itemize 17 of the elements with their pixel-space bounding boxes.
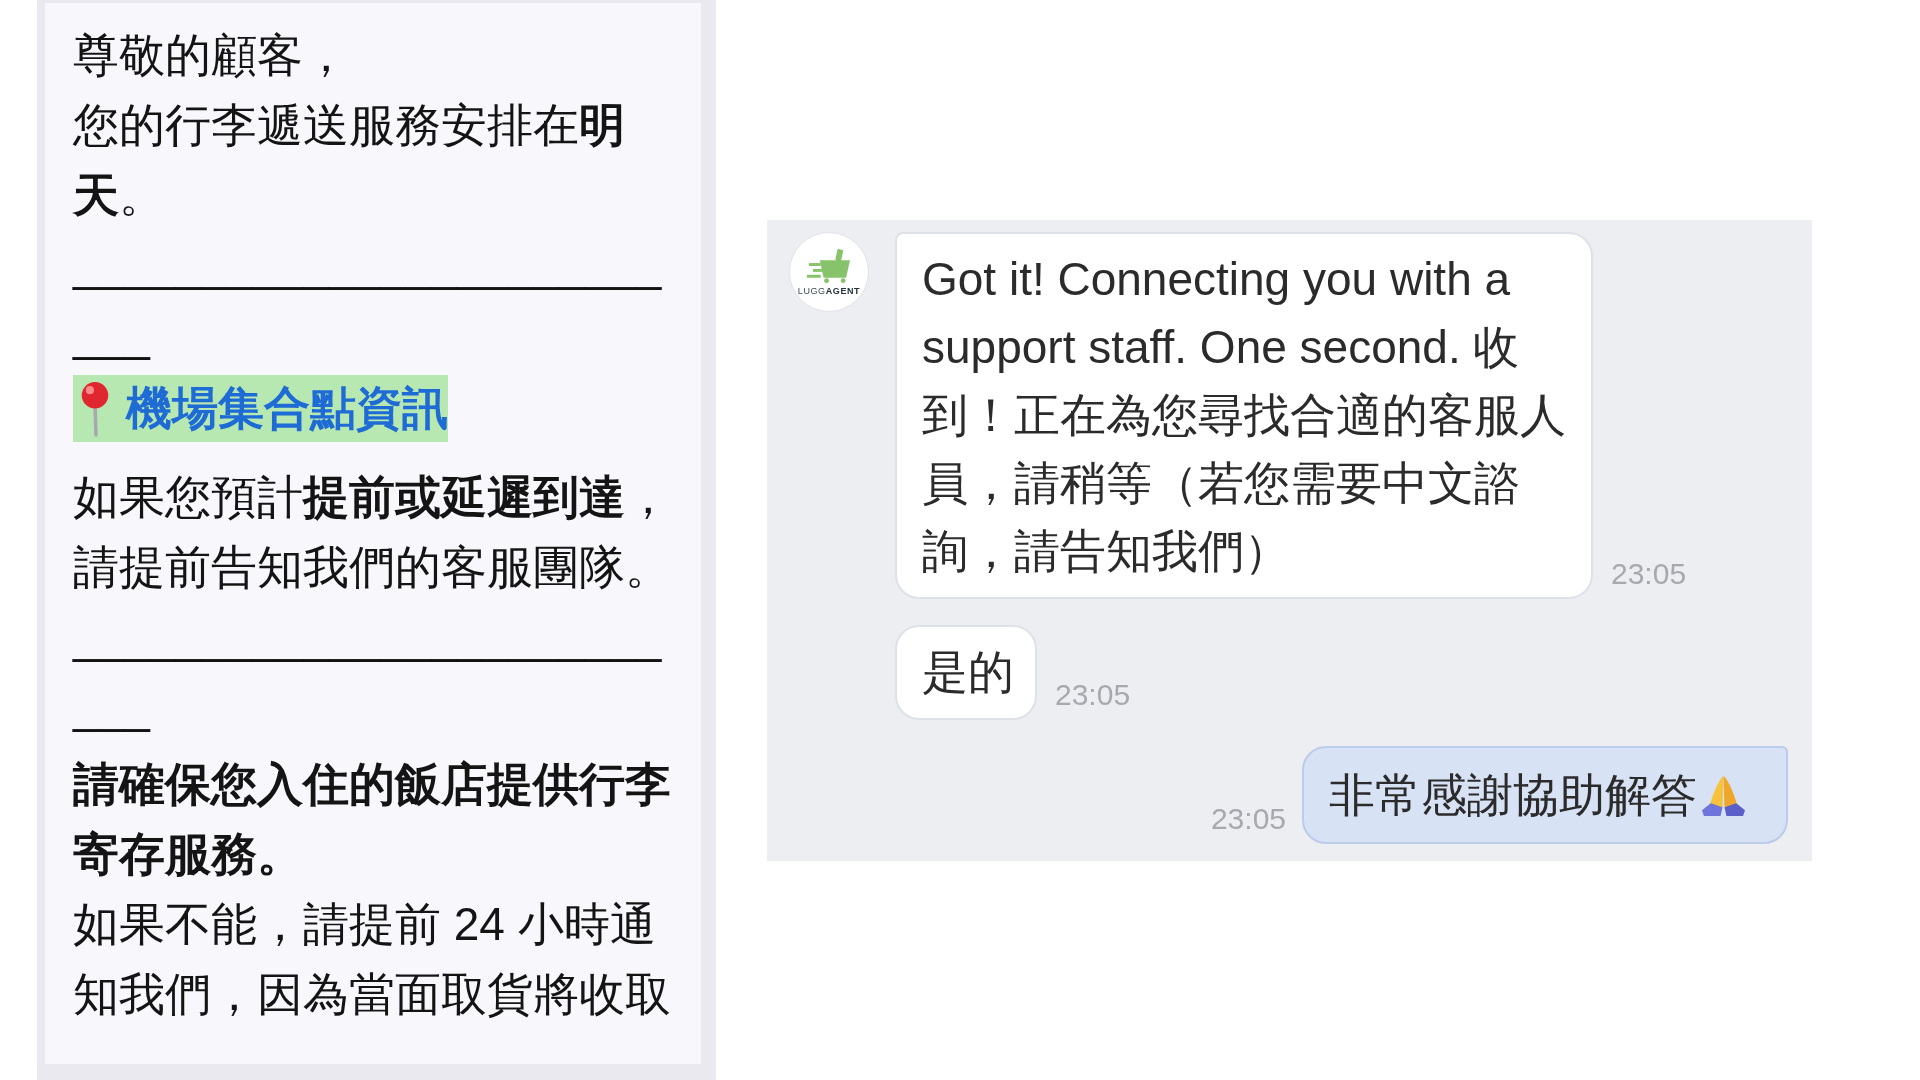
pushpin-icon: [79, 380, 111, 437]
bold-paragraph-text: 請確保您入住的飯店提供行李寄存服務。: [73, 757, 672, 882]
cart-icon: [807, 248, 851, 284]
paragraph-text: 如果您預計提前或延遲到達，請提前告知我們的客服團隊。: [73, 470, 672, 595]
message-bubble: Got it! Connecting you with a support staff. One second. 收到！正在為您尋找合適的客服人員，請稍等（若您需要中文諮詢，請告知我們）: [895, 232, 1593, 599]
timestamp: 23:05: [1611, 559, 1687, 589]
logo-text: LUGGAGENT: [797, 287, 861, 296]
underscore-divider: __________________________: [73, 610, 663, 735]
timestamp: 23:05: [1210, 804, 1286, 834]
heading-text: 機場集合點資訊: [126, 381, 448, 436]
message-text: 非常感謝協助解答: [1329, 768, 1697, 823]
message-bubble: 是的: [895, 625, 1037, 720]
underscore-divider: __________________________: [73, 238, 663, 363]
timestamp: 23:05: [1055, 680, 1131, 710]
paragraph-text: 尊敬的顧客，: [73, 28, 350, 83]
paragraph-text: 如果不能，請提前 24 小時通知我們，因為當面取貨將收取: [73, 897, 672, 1022]
paragraph-text: 您的行李遞送服務安排在明天。: [73, 98, 626, 223]
